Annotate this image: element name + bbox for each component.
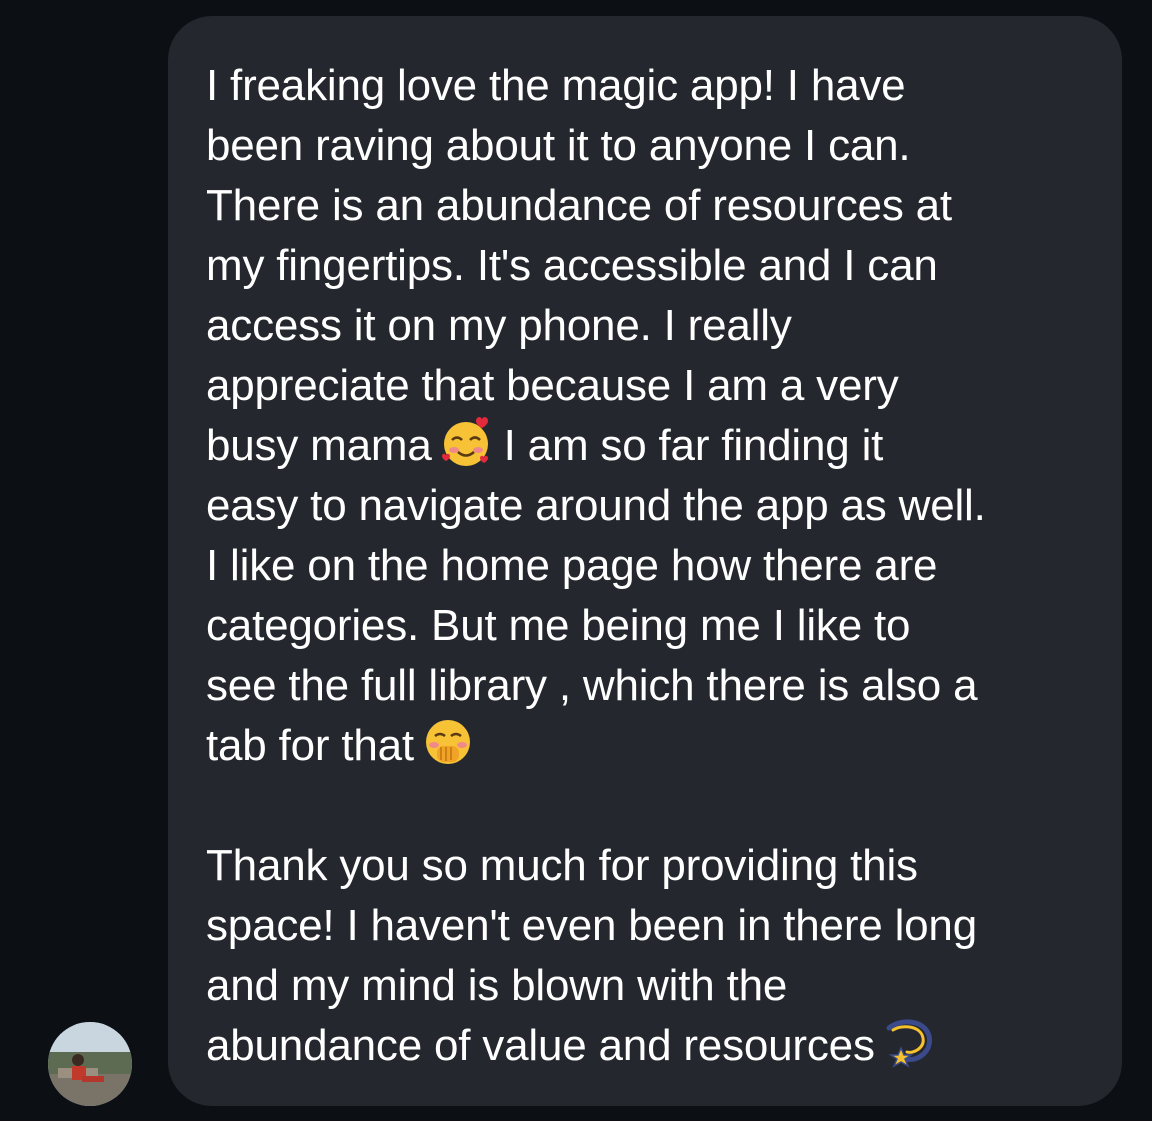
message-line: There is an abundance of resources at — [206, 181, 952, 230]
message-line: my fingertips. It's accessible and I can — [206, 241, 938, 290]
avatar[interactable] — [48, 1022, 132, 1106]
message-line: see the full library , which there is al… — [206, 661, 978, 710]
dizzy-icon — [881, 1014, 937, 1070]
message-line: and my mind is blown with the — [206, 961, 788, 1010]
face-with-hand-over-mouth-icon — [420, 714, 476, 770]
message-paragraph-1: I freaking love the magic app! I have be… — [206, 56, 1092, 776]
chat-screen: I freaking love the magic app! I have be… — [0, 0, 1152, 1121]
message-line: access it on my phone. I really — [206, 301, 792, 350]
message-line: tab for that — [206, 716, 1092, 776]
message-line: space! I haven't even been in there long — [206, 901, 977, 950]
message-line: easy to navigate around the app as well. — [206, 481, 986, 530]
message-line: I like on the home page how there are — [206, 541, 938, 590]
avatar-photo — [48, 1022, 132, 1106]
message-line: busy mama I am so far finding it — [206, 416, 1092, 476]
message-line: Thank you so much for providing this — [206, 841, 918, 890]
smiling-face-with-hearts-icon — [438, 414, 494, 470]
message-text: abundance of value and resources — [206, 1021, 875, 1070]
message-paragraph-2: Thank you so much for providing this spa… — [206, 836, 1092, 1076]
message-text: I am so far finding it — [503, 421, 884, 470]
message-line: been raving about it to anyone I can. — [206, 121, 911, 170]
message-line: abundance of value and resources — [206, 1016, 1092, 1076]
message-line: I freaking love the magic app! I have — [206, 61, 906, 110]
message-bubble[interactable]: I freaking love the magic app! I have be… — [168, 16, 1122, 1106]
message-line: categories. But me being me I like to — [206, 601, 911, 650]
message-line: appreciate that because I am a very — [206, 361, 899, 410]
message-text: tab for that — [206, 721, 414, 770]
message-text: busy mama — [206, 421, 432, 470]
